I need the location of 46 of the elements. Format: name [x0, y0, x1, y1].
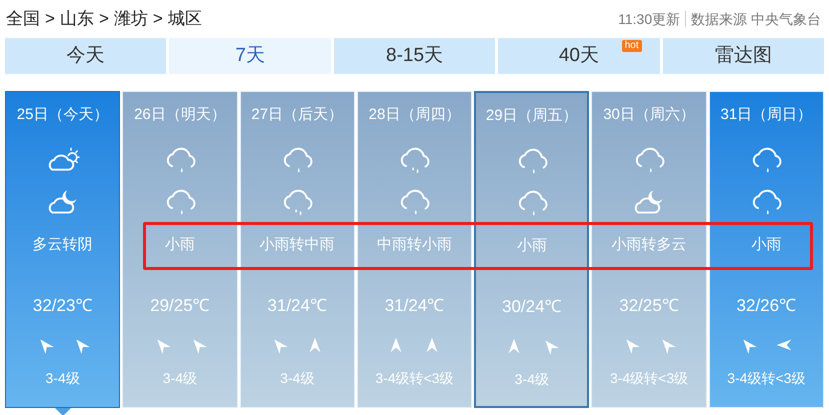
tab[interactable]: 40天 hot — [498, 38, 660, 74]
weather-text: 多云转阴 — [32, 234, 93, 254]
weather-text: 中雨转小雨 — [376, 234, 452, 254]
temperature: 32/25℃ — [619, 295, 679, 317]
breadcrumb-link[interactable]: 山东 — [60, 6, 94, 32]
breadcrumb-separator: > — [98, 8, 109, 30]
wind-level: 3-4级 — [46, 368, 80, 388]
breadcrumb-separator: > — [45, 8, 55, 30]
date-label: 27日（后天） — [251, 105, 344, 125]
wind-level: 3-4级 — [280, 368, 314, 388]
wind-level: 3-4级转<3级 — [610, 368, 688, 388]
date-label: 28日（周四） — [368, 105, 460, 125]
weather-text: 小雨 — [164, 234, 195, 254]
temperature: 31/24℃ — [267, 295, 327, 317]
breadcrumb-link[interactable]: 全国 — [6, 6, 40, 32]
temperature: 31/24℃ — [384, 295, 444, 317]
weather-text: 小雨 — [516, 236, 547, 256]
weather-text: 小雨转中雨 — [260, 234, 335, 254]
wind-level: 3-4级转<3级 — [375, 368, 454, 388]
breadcrumb-link[interactable]: 潍坊 — [114, 6, 148, 32]
tab[interactable]: 8-15天 — [334, 38, 496, 74]
temperature: 30/24℃ — [502, 296, 562, 318]
data-source: 数据来源 中央气象台 — [691, 10, 821, 28]
temperature: 29/25℃ — [150, 295, 210, 317]
weather-text: 小雨 — [751, 234, 782, 254]
tab[interactable]: 雷达图 — [662, 38, 824, 74]
wind-level: 3-4级 — [514, 370, 549, 388]
tab[interactable]: 今天 — [5, 38, 166, 74]
breadcrumb-link[interactable]: 城区 — [168, 6, 202, 32]
tab[interactable]: 7天 — [169, 38, 331, 74]
date-label: 31日（周日） — [720, 105, 812, 125]
date-label: 25日（今天） — [16, 105, 108, 125]
pointer-icon — [54, 408, 71, 415]
wind-level: 3-4级转<3级 — [727, 368, 806, 388]
breadcrumb-separator: > — [152, 8, 163, 30]
temperature: 32/23℃ — [32, 295, 92, 317]
date-label: 30日（周六） — [603, 105, 695, 125]
temperature: 32/26℃ — [736, 295, 796, 317]
wind-level: 3-4级 — [162, 368, 198, 388]
forecast-card[interactable]: 25日（今天） 多云转阴 32/23℃ 3-4级 — [5, 91, 120, 408]
weather-text: 小雨转多云 — [612, 234, 687, 254]
date-label: 29日（周五） — [486, 106, 578, 126]
update-time: 11:30更新 — [618, 10, 680, 28]
forecast-card[interactable]: 31日（周日） 小雨 32/26℃ 3-4级转<3级 — [708, 91, 824, 408]
hot-badge: hot — [622, 40, 642, 52]
date-label: 26日（明天） — [134, 105, 226, 125]
